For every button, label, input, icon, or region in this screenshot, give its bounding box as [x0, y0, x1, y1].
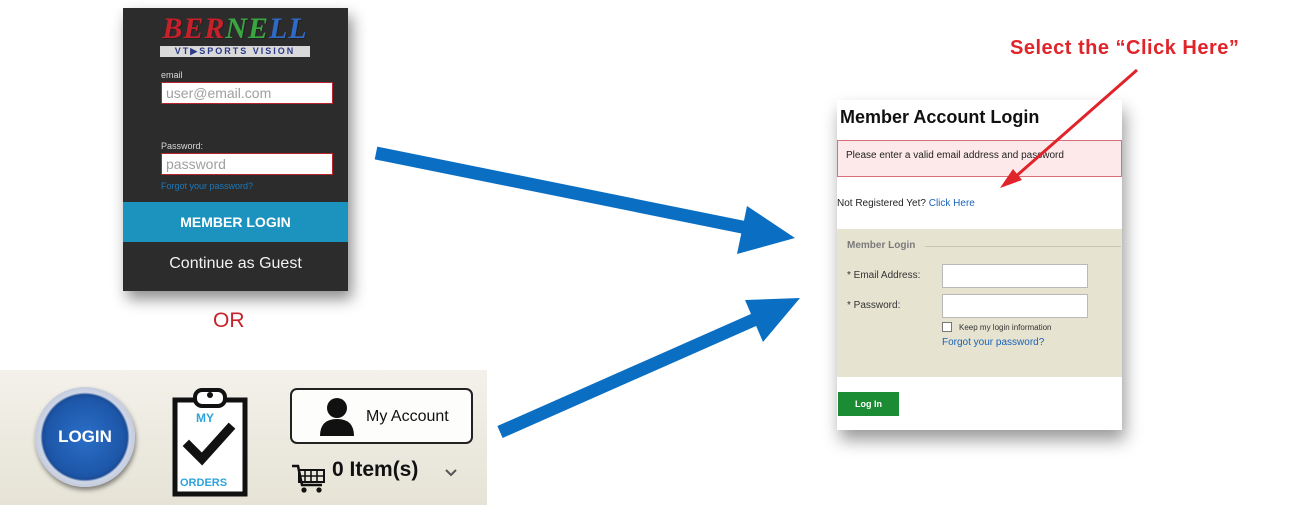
- keep-login-label: Keep my login information: [959, 323, 1052, 332]
- bernell-logo-wordmark: BERNELL: [162, 12, 308, 45]
- not-registered-text: Not Registered Yet? Click Here: [837, 198, 975, 209]
- forgot-password-link[interactable]: Forgot your password?: [161, 181, 253, 191]
- email-address-label: * Email Address:: [847, 270, 921, 281]
- password-input[interactable]: [942, 294, 1088, 318]
- member-login-form: Member Login * Email Address: * Password…: [837, 229, 1122, 377]
- or-separator: OR: [213, 309, 245, 332]
- member-login-button[interactable]: MEMBER LOGIN: [123, 202, 348, 242]
- my-orders-button[interactable]: MY ORDERS: [171, 386, 251, 498]
- password-field[interactable]: password: [161, 153, 333, 175]
- member-login-page: Member Account Login Please enter a vali…: [837, 100, 1122, 430]
- not-registered-label: Not Registered Yet?: [837, 198, 929, 209]
- password-label: * Password:: [847, 300, 901, 311]
- my-orders-label-top: MY: [196, 411, 214, 425]
- password-label: Password:: [161, 141, 204, 151]
- cart-items-count[interactable]: 0 Item(s): [332, 458, 418, 482]
- bernell-logo: BERNELL VT▶SPORTS VISION: [160, 12, 310, 57]
- arrow-blue-lower: [497, 312, 761, 438]
- arrow-blue-lower-head: [745, 298, 800, 342]
- my-account-button[interactable]: My Account: [290, 388, 473, 444]
- my-orders-label-bottom: ORDERS: [180, 477, 228, 489]
- email-field[interactable]: user@email.com: [161, 82, 333, 104]
- log-in-button[interactable]: Log In: [838, 392, 899, 416]
- arrow-blue-upper-head: [737, 206, 795, 254]
- user-icon: [320, 398, 354, 436]
- bernell-login-panel: BERNELL VT▶SPORTS VISION email user@emai…: [123, 8, 348, 291]
- annotation-callout: Select the “Click Here”: [1010, 37, 1240, 59]
- forgot-password-link[interactable]: Forgot your password?: [942, 337, 1044, 348]
- bernell-logo-tagline: VT▶SPORTS VISION: [160, 46, 310, 57]
- continue-as-guest-link[interactable]: Continue as Guest: [123, 255, 348, 273]
- email-label: email: [161, 70, 183, 80]
- shopping-cart-icon[interactable]: [291, 463, 327, 495]
- login-button[interactable]: LOGIN: [35, 387, 135, 487]
- site-header-toolbar: LOGIN MY ORDERS My Account 0 Item(s): [0, 370, 487, 505]
- click-here-link[interactable]: Click Here: [929, 198, 975, 209]
- email-address-input[interactable]: [942, 264, 1088, 288]
- legend-divider: [925, 246, 1121, 247]
- form-legend: Member Login: [847, 240, 916, 251]
- my-account-label: My Account: [366, 408, 449, 425]
- arrow-blue-upper: [374, 146, 754, 236]
- chevron-down-icon[interactable]: [445, 469, 457, 477]
- page-title: Member Account Login: [840, 107, 1040, 127]
- keep-login-checkbox[interactable]: [942, 322, 952, 332]
- error-message: Please enter a valid email address and p…: [837, 140, 1122, 177]
